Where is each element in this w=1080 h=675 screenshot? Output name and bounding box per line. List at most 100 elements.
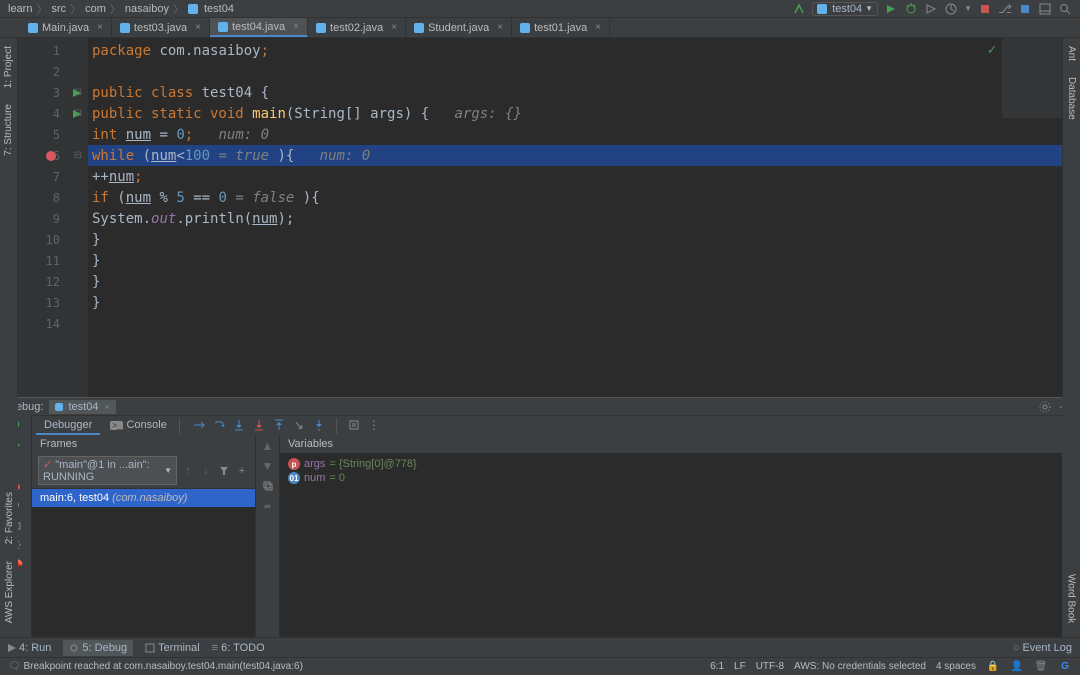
google-icon[interactable]: G: [1058, 660, 1072, 674]
close-icon[interactable]: ×: [391, 22, 397, 33]
tab-label: Student.java: [428, 22, 489, 34]
thread-selector[interactable]: ✓ "main"@1 in ...ain": RUNNING ▼: [38, 456, 177, 485]
btab-eventlog[interactable]: ○Event Log: [1013, 642, 1072, 654]
class-icon: [316, 23, 326, 33]
class-icon: [520, 23, 530, 33]
gutter[interactable]: 1 2 3 4 5 6 7 8 9 10 11 12 13 14: [18, 38, 68, 397]
close-icon[interactable]: ×: [595, 22, 601, 33]
code-editor[interactable]: 1 2 3 4 5 6 7 8 9 10 11 12 13 14 ⊟ ⊟ ⊟ p…: [18, 38, 1062, 397]
up-icon[interactable]: ▲: [261, 439, 275, 453]
indent[interactable]: 4 spaces: [936, 661, 976, 672]
breadcrumb-item[interactable]: learn: [8, 3, 32, 15]
close-icon[interactable]: ×: [497, 22, 503, 33]
coverage-icon[interactable]: [924, 2, 938, 16]
frames-header: Frames: [32, 435, 255, 453]
git-icon[interactable]: ⎇: [998, 2, 1012, 16]
trace-icon[interactable]: ⋮: [367, 418, 381, 432]
tab-label: Main.java: [42, 22, 89, 34]
run-to-cursor-icon[interactable]: [312, 418, 326, 432]
lock-icon[interactable]: 🔒: [986, 660, 1000, 674]
class-icon: [120, 23, 130, 33]
tab-test03[interactable]: test03.java ×: [112, 18, 210, 37]
param-icon: p: [288, 458, 300, 470]
variable-row[interactable]: p args = {String[0]@778}: [288, 457, 1072, 471]
tab-label: test04.java: [232, 21, 285, 33]
add-icon[interactable]: +: [235, 464, 249, 478]
build-icon[interactable]: [792, 2, 806, 16]
prev-frame-icon[interactable]: ↑: [181, 464, 195, 478]
copy-icon[interactable]: [261, 479, 275, 493]
tab-test04[interactable]: test04.java ×: [210, 18, 308, 37]
breadcrumb-item[interactable]: src: [51, 3, 66, 15]
encoding[interactable]: UTF-8: [756, 661, 784, 672]
int-icon: 01: [288, 472, 300, 484]
class-icon: [28, 23, 38, 33]
tab-test02[interactable]: test02.java×: [308, 18, 406, 37]
sidebar-ant[interactable]: Ant: [1066, 42, 1077, 65]
stop-icon[interactable]: [978, 2, 992, 16]
sidebar-project[interactable]: 1: Project: [3, 42, 14, 92]
editor-tabs: Main.java × test03.java × test04.java × tes…: [0, 18, 1080, 38]
debug-session-tab[interactable]: test04 ×: [49, 400, 115, 414]
drop-frame-icon[interactable]: ↘: [292, 418, 306, 432]
class-icon: [188, 4, 198, 14]
sidebar-wordbook[interactable]: Word Book: [1066, 570, 1077, 627]
btab-run[interactable]: 4: Run: [8, 640, 51, 656]
breadcrumb-item[interactable]: nasaiboy: [125, 3, 169, 15]
sidebar-database[interactable]: Database: [1066, 73, 1077, 124]
fold-icon[interactable]: ⊟: [74, 150, 82, 161]
aws-status[interactable]: AWS: No credentials selected: [794, 661, 926, 672]
breakpoint-icon[interactable]: [46, 151, 56, 161]
trash-icon[interactable]: 🗑: [1034, 660, 1048, 674]
next-frame-icon[interactable]: ↓: [199, 464, 213, 478]
down-icon[interactable]: ▼: [261, 459, 275, 473]
panel-icon[interactable]: [1038, 2, 1052, 16]
breadcrumb: learn 〉 src 〉 com 〉 nasaiboy 〉 test04: [8, 1, 234, 17]
step-over-icon[interactable]: [212, 418, 226, 432]
cursor-position[interactable]: 6:1: [710, 661, 724, 672]
btab-todo[interactable]: ≡6: TODO: [212, 640, 265, 656]
show-exec-icon[interactable]: [192, 418, 206, 432]
gear-icon[interactable]: [1038, 400, 1052, 414]
close-icon[interactable]: ×: [293, 21, 299, 32]
tab-test01[interactable]: test01.java ×: [512, 18, 610, 37]
class-icon: [414, 23, 424, 33]
debug-icon[interactable]: [904, 2, 918, 16]
line-separator[interactable]: LF: [734, 661, 746, 672]
close-icon[interactable]: ×: [195, 22, 201, 33]
variable-row[interactable]: 01 num = 0: [288, 471, 1072, 485]
inspector-icon[interactable]: 👤: [1010, 660, 1024, 674]
stack-frame[interactable]: main:6, test04 (com.nasaiboy): [32, 489, 255, 507]
infinity-icon[interactable]: ∞: [261, 499, 275, 513]
breadcrumb-file[interactable]: test04: [204, 3, 234, 15]
sidebar-structure[interactable]: 7: Structure: [3, 100, 14, 160]
tab-student[interactable]: Student.java ×: [406, 18, 512, 37]
sidebar-aws[interactable]: AWS Explorer: [4, 557, 15, 627]
evaluate-icon[interactable]: [347, 418, 361, 432]
step-out-icon[interactable]: [272, 418, 286, 432]
run-gutter-icon[interactable]: [72, 109, 82, 119]
force-step-into-icon[interactable]: [252, 418, 266, 432]
btab-terminal[interactable]: Terminal: [145, 640, 200, 656]
updates-icon[interactable]: [1018, 2, 1032, 16]
close-icon[interactable]: ×: [97, 22, 103, 33]
profile-icon[interactable]: [944, 2, 958, 16]
tab-label: test01.java: [534, 22, 587, 34]
filter-icon[interactable]: [217, 464, 231, 478]
inspection-ok-icon[interactable]: ✓: [988, 42, 996, 58]
tab-label: test03.java: [134, 22, 187, 34]
sidebar-favorites[interactable]: 2: Favorites: [4, 488, 15, 548]
debugger-tab[interactable]: Debugger: [36, 417, 100, 435]
minimap[interactable]: [1002, 38, 1062, 118]
run-gutter-icon[interactable]: [72, 88, 82, 98]
step-into-icon[interactable]: [232, 418, 246, 432]
btab-debug[interactable]: 5: Debug: [63, 640, 133, 656]
status-message: 🗨 Breakpoint reached at com.nasaiboy.tes…: [8, 661, 303, 672]
current-execution-line: while (num<100 = true ){ num: 0: [88, 145, 1062, 166]
search-icon[interactable]: [1058, 2, 1072, 16]
tab-main[interactable]: Main.java ×: [20, 18, 112, 37]
run-icon[interactable]: [884, 2, 898, 16]
breadcrumb-item[interactable]: com: [85, 3, 106, 15]
console-tab[interactable]: >_Console: [102, 417, 174, 435]
run-config-selector[interactable]: test04 ▼: [812, 2, 878, 16]
